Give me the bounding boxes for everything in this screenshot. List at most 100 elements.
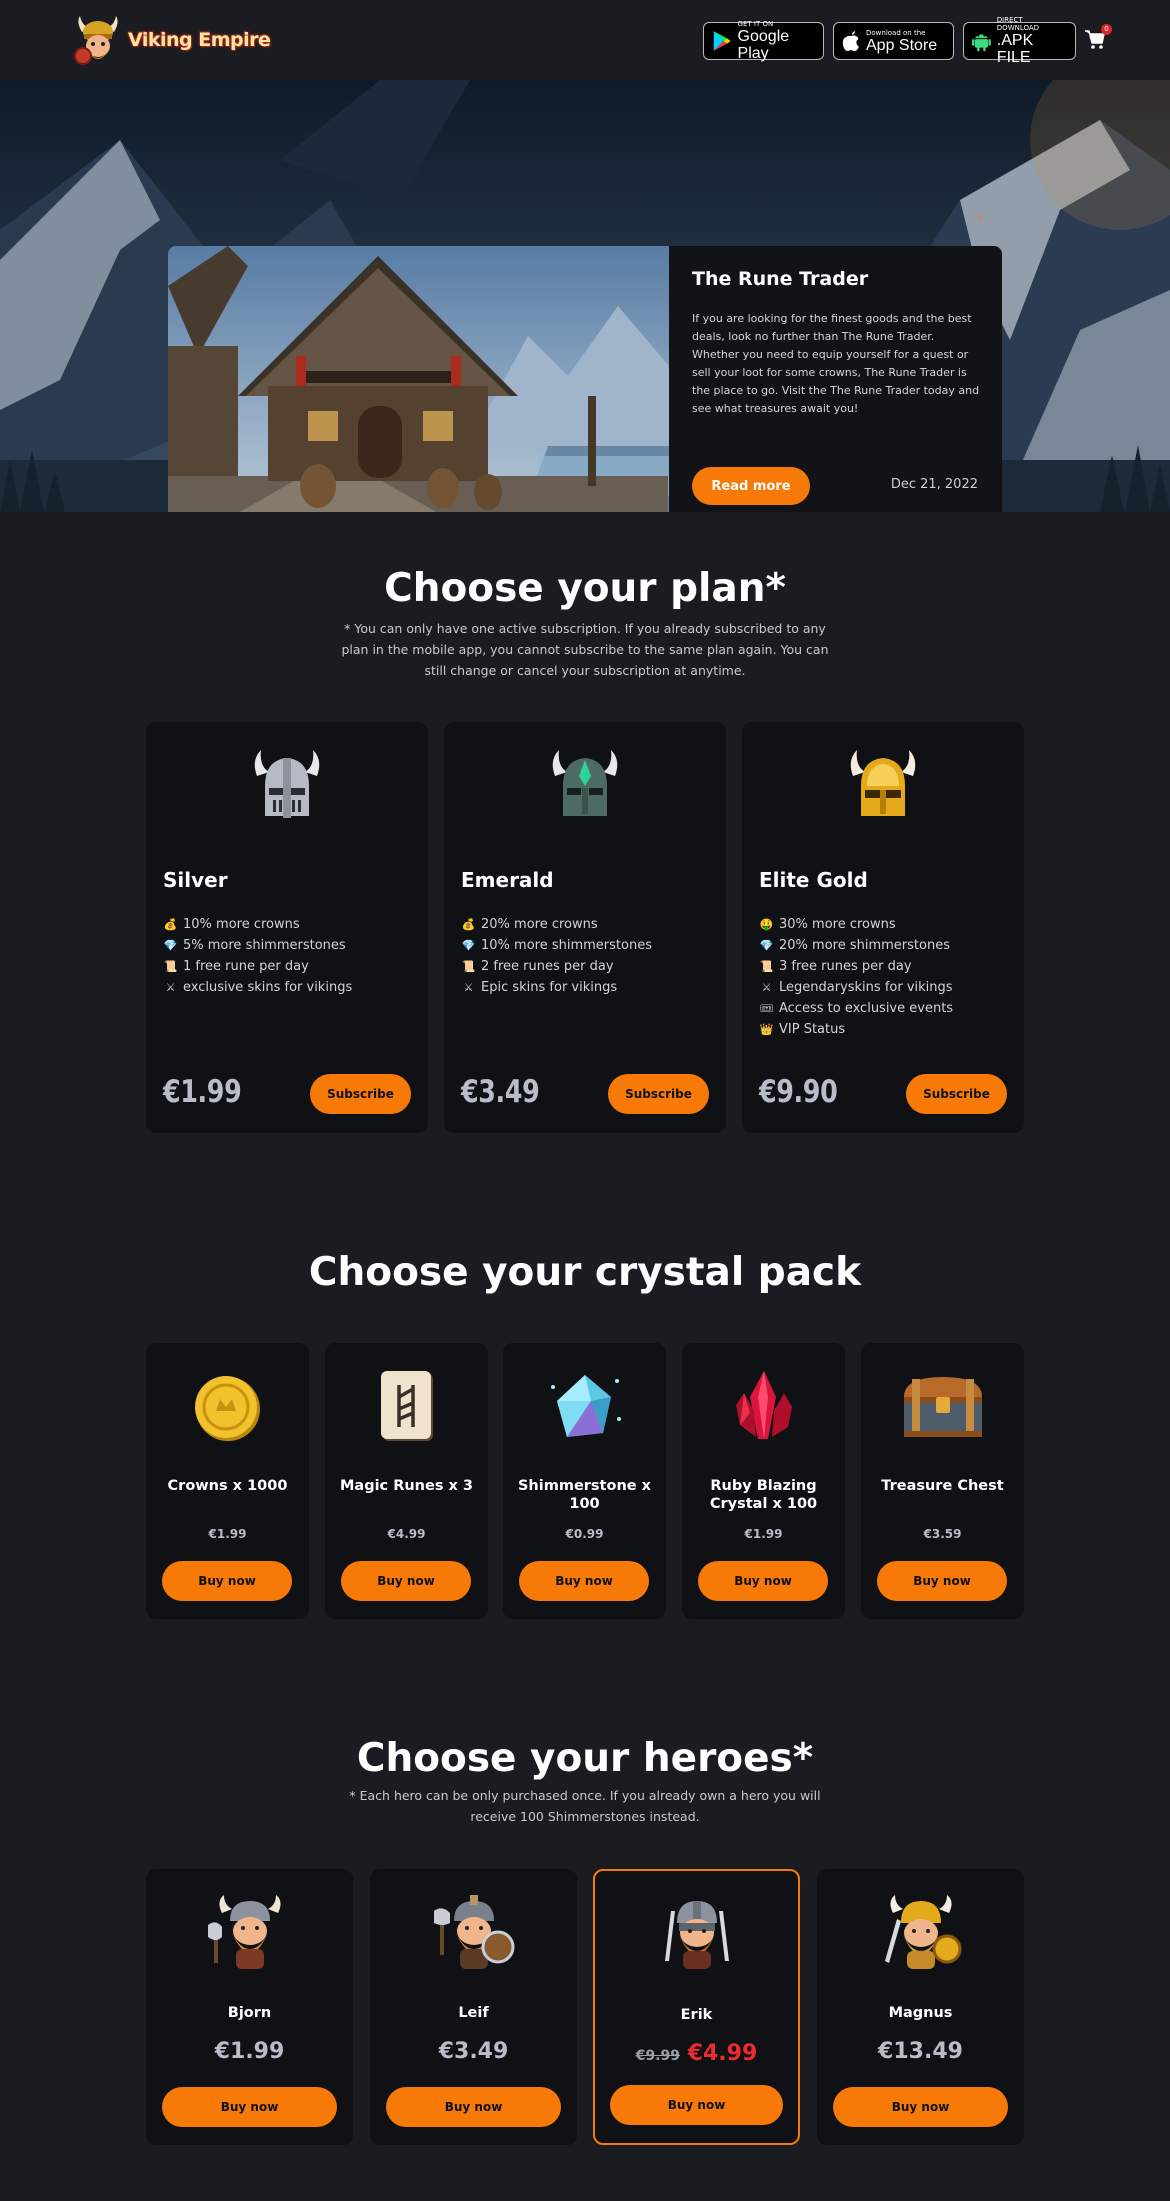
feature-text: 1 free rune per day (183, 959, 309, 974)
heroes-title: Choose your heroes* (356, 1736, 814, 1781)
hero-name: Magnus (888, 2005, 953, 2021)
scroll-icon: 📜 (759, 960, 774, 973)
post-date: Dec 21, 2022 (890, 477, 978, 492)
feature-item: 👑 VIP Status (759, 1019, 953, 1040)
feature-text: Access to exclusive events (779, 1001, 954, 1016)
plan-features: 💰 10% more crowns 💎 5% more shimmerstones … (163, 914, 353, 998)
store-big-label: App Store (866, 36, 938, 54)
post-title: The Rune Trader (692, 268, 869, 290)
feature-item: 💎 20% more shimmerstones (759, 935, 953, 956)
current-price: €1.99 (214, 2039, 285, 2064)
pack-card: Treasure Chest €3.59 Buy now (861, 1343, 1024, 1619)
site-header: Viking Empire GET IT ON Google Play Downl… (0, 0, 1170, 80)
money-bag-icon: 💰 (461, 918, 476, 931)
feature-text: Legendaryskins for vikings (779, 980, 953, 995)
pack-price: €0.99 (565, 1527, 604, 1541)
gold-helmet-icon (850, 750, 916, 816)
money-bag-icon: 💰 (163, 918, 178, 931)
feature-item: ⚔ Legendaryskins for vikings (759, 977, 953, 998)
viking-logo-icon (74, 16, 118, 65)
plan-features: 💰 20% more crowns 💎 10% more shimmerstones… (461, 914, 652, 998)
buy-now-button[interactable]: Buy now (833, 2087, 1008, 2127)
viking-hero-erik-icon (664, 1901, 729, 1969)
plan-card-silver: Silver 💰 10% more crowns 💎 5% more shimmer… (146, 722, 428, 1133)
subscribe-button[interactable]: Subscribe (310, 1074, 411, 1114)
subscribe-button[interactable]: Subscribe (608, 1074, 709, 1114)
feature-text: Epic skins for vikings (481, 980, 618, 995)
feature-item: 💎 10% more shimmerstones (461, 935, 652, 956)
gem-icon: 💎 (461, 939, 476, 952)
store-small-label: DIRECT DOWNLOAD (996, 16, 1040, 32)
google-play-icon (713, 31, 731, 51)
hero-banner: The Rune Trader If you are looking for t… (0, 80, 1170, 512)
buy-now-button[interactable]: Buy now (877, 1561, 1007, 1601)
feature-text: 3 free runes per day (779, 959, 912, 974)
logo-text: Viking Empire (128, 29, 271, 51)
pack-price: €1.99 (744, 1527, 783, 1541)
post-excerpt: If you are looking for the finest goods … (692, 312, 980, 415)
store-small-label: GET IT ON (737, 20, 774, 28)
plan-price: €9.90 (759, 1074, 838, 1110)
hero-card-magnus: Magnus €13.49 Buy now (817, 1869, 1024, 2145)
feature-item: 🎟 Access to exclusive events (759, 998, 954, 1019)
ticket-icon: 🎟 (759, 1002, 774, 1015)
feature-text: 30% more crowns (779, 917, 896, 932)
pack-name: Crowns x 1000 (167, 1478, 288, 1494)
apple-icon (842, 31, 859, 51)
pack-name: Shimmerstone x 100 (517, 1478, 652, 1512)
feature-item: 📜 1 free rune per day (163, 956, 352, 977)
plan-card-emerald: Emerald 💰 20% more crowns 💎 10% more shimm… (444, 722, 726, 1133)
viking-hero-leif-icon (433, 1895, 514, 1969)
feature-item: 💰 10% more crowns (163, 914, 352, 935)
heroes-note: * Each hero can be only purchased once. … (349, 1788, 821, 1824)
buy-now-button[interactable]: Buy now (698, 1561, 828, 1601)
hero-price: €1.99 (146, 2039, 353, 2064)
feature-item: 📜 2 free runes per day (461, 956, 652, 977)
hero-name: Bjorn (227, 2005, 272, 2021)
store-big-label: .APK FILE (996, 32, 1034, 66)
silver-helmet-icon (254, 750, 320, 818)
scroll-icon: 📜 (163, 960, 178, 973)
feature-item: 📜 3 free runes per day (759, 956, 953, 977)
feature-text: 20% more crowns (481, 917, 598, 932)
feature-text: 10% more shimmerstones (481, 938, 652, 953)
swords-icon: ⚔ (463, 981, 474, 994)
feature-text: 10% more crowns (183, 917, 300, 932)
feature-item: 🤑 30% more crowns (759, 914, 953, 935)
hero-name: Erik (680, 2007, 713, 2023)
gem-icon: 💎 (759, 939, 774, 952)
plans-note: * You can only have one active subscript… (341, 621, 829, 678)
pack-card: Magic Runes x 3 €4.99 Buy now (325, 1343, 488, 1619)
pack-name: Treasure Chest (881, 1478, 1004, 1494)
plan-features: 🤑 30% more crowns 💎 20% more shimmerstones… (759, 914, 954, 1040)
buy-now-button[interactable]: Buy now (519, 1561, 649, 1601)
plans-title: Choose your plan* (384, 566, 786, 611)
subscribe-button[interactable]: Subscribe (906, 1074, 1007, 1114)
plan-name: Silver (163, 868, 228, 892)
scroll-icon: 📜 (461, 960, 476, 973)
buy-now-button[interactable]: Buy now (162, 2087, 337, 2127)
buy-now-button[interactable]: Buy now (341, 1561, 471, 1601)
feature-text: VIP Status (779, 1022, 846, 1037)
pack-price: €3.59 (923, 1527, 962, 1541)
store-small-label: Download on the (866, 28, 926, 37)
read-more-button[interactable]: Read more (692, 467, 810, 505)
buy-now-button[interactable]: Buy now (162, 1561, 292, 1601)
store-big-label: Google Play (737, 28, 790, 62)
google-play-button[interactable]: GET IT ON Google Play (703, 20, 824, 62)
plan-price: €3.49 (461, 1074, 540, 1110)
feature-item: ⚔ exclusive skins for vikings (163, 977, 353, 998)
feature-text: 20% more shimmerstones (779, 938, 950, 953)
apk-download-button[interactable]: DIRECT DOWNLOAD .APK FILE (963, 16, 1076, 66)
sale-price: €4.99 (687, 2041, 758, 2066)
rune-stone-icon (380, 1371, 433, 1441)
viking-hero-bjorn-icon (207, 1895, 281, 1969)
packs-title: Choose your crystal pack (308, 1250, 862, 1295)
app-store-button[interactable]: Download on the App Store (833, 22, 954, 60)
money-face-icon: 🤑 (759, 918, 774, 931)
pack-price: €1.99 (208, 1527, 247, 1541)
logo[interactable]: Viking Empire (74, 10, 271, 70)
buy-now-button[interactable]: Buy now (386, 2087, 561, 2127)
buy-now-button[interactable]: Buy now (610, 2085, 783, 2125)
carousel-next-icon[interactable]: › (978, 210, 984, 226)
